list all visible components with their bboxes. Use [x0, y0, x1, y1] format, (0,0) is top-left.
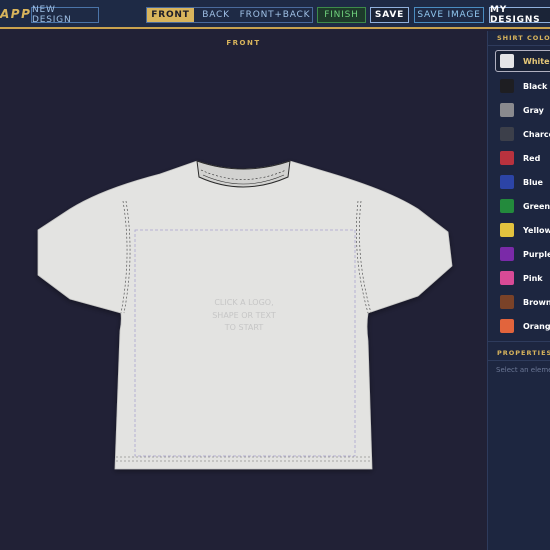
- color-swatch: [500, 54, 514, 68]
- canvas-hint: CLICK A LOGO, SHAPE OR TEXT TO START: [212, 298, 276, 332]
- my-designs-button[interactable]: MY DESIGNS: [489, 5, 550, 25]
- divider: [488, 360, 550, 361]
- color-option-brown[interactable]: Brown: [496, 291, 550, 313]
- design-canvas[interactable]: FRONT CLICK A LOGO, SHAPE OR TEXT TO STA…: [0, 31, 487, 550]
- color-option-red[interactable]: Red: [496, 147, 550, 169]
- color-option-purple[interactable]: Purple: [496, 243, 550, 265]
- side-panel: SHIRT COLOR White Black Gray Charcoal Re…: [487, 31, 550, 550]
- color-swatch: [500, 319, 514, 333]
- color-option-yellow[interactable]: Yellow: [496, 219, 550, 241]
- color-swatch: [500, 223, 514, 237]
- color-option-green[interactable]: Green: [496, 195, 550, 217]
- color-swatch: [500, 271, 514, 285]
- shirt-color-heading: SHIRT COLOR: [497, 34, 550, 42]
- view-switcher: FRONT BACK FRONT+BACK: [146, 7, 313, 23]
- properties-hint: Select an element: [496, 366, 550, 374]
- finish-button[interactable]: FINISH: [317, 7, 366, 23]
- new-design-button[interactable]: NEW DESIGN: [31, 5, 99, 25]
- color-swatch: [500, 295, 514, 309]
- color-swatch: [500, 199, 514, 213]
- save-image-button[interactable]: SAVE IMAGE: [414, 7, 484, 23]
- top-toolbar: APP NEW DESIGN FRONT BACK FRONT+BACK FIN…: [0, 0, 550, 29]
- color-swatch: [500, 175, 514, 189]
- tab-front[interactable]: FRONT: [147, 8, 194, 22]
- color-swatch: [500, 79, 514, 93]
- color-option-orange[interactable]: Orange: [496, 315, 550, 337]
- color-swatch: [500, 247, 514, 261]
- divider: [488, 45, 550, 46]
- divider: [488, 341, 550, 342]
- color-swatch: [500, 151, 514, 165]
- color-option-blue[interactable]: Blue: [496, 171, 550, 193]
- tab-front-back[interactable]: FRONT+BACK: [238, 8, 312, 22]
- app-logo: APP: [0, 7, 32, 21]
- color-option-pink[interactable]: Pink: [496, 267, 550, 289]
- save-button[interactable]: SAVE: [370, 7, 409, 23]
- tshirt-mockup[interactable]: [0, 31, 487, 550]
- color-option-charcoal[interactable]: Charcoal: [496, 123, 550, 145]
- color-swatch: [500, 127, 514, 141]
- color-swatch: [500, 103, 514, 117]
- properties-heading: PROPERTIES: [497, 349, 550, 357]
- tab-back[interactable]: BACK: [194, 8, 238, 22]
- color-option-gray[interactable]: Gray: [496, 99, 550, 121]
- color-option-black[interactable]: Black: [496, 75, 550, 97]
- color-option-white[interactable]: White: [495, 50, 550, 72]
